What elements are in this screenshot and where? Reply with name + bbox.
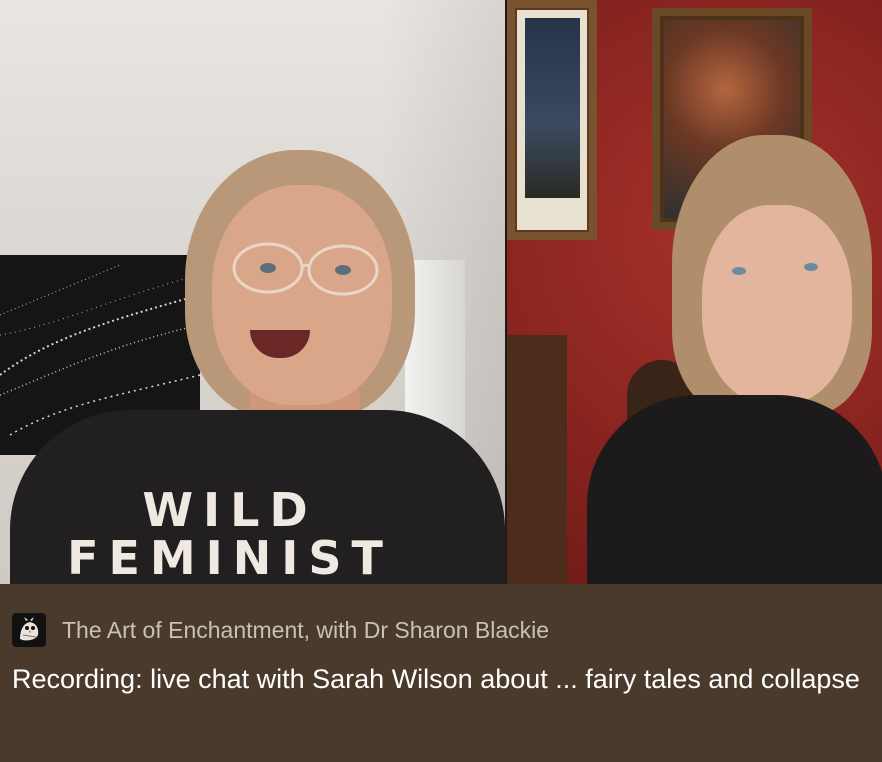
publication-row[interactable]: The Art of Enchantment, with Dr Sharon B… — [12, 612, 549, 648]
video-thumbnail[interactable]: WILD FEMINIST — [0, 0, 882, 584]
wooden-cabinet — [507, 335, 567, 584]
right-person-sweater — [587, 395, 882, 584]
shirt-text-line1: WILD — [142, 483, 318, 537]
right-participant-video — [507, 0, 882, 584]
shirt-text-line2: FEMINIST — [67, 531, 393, 584]
left-participant-video: WILD FEMINIST — [0, 0, 505, 584]
framed-landscape-painting — [507, 0, 597, 240]
glasses-icon — [232, 242, 379, 296]
right-person-face — [702, 205, 852, 405]
owl-bird-logo-icon[interactable] — [12, 613, 46, 647]
shirt-print: WILD FEMINIST — [60, 486, 400, 583]
publication-name[interactable]: The Art of Enchantment, with Dr Sharon B… — [62, 617, 549, 644]
post-title[interactable]: Recording: live chat with Sarah Wilson a… — [12, 660, 874, 698]
post-card[interactable]: WILD FEMINIST The Art of Enchantment, wi… — [0, 0, 882, 762]
